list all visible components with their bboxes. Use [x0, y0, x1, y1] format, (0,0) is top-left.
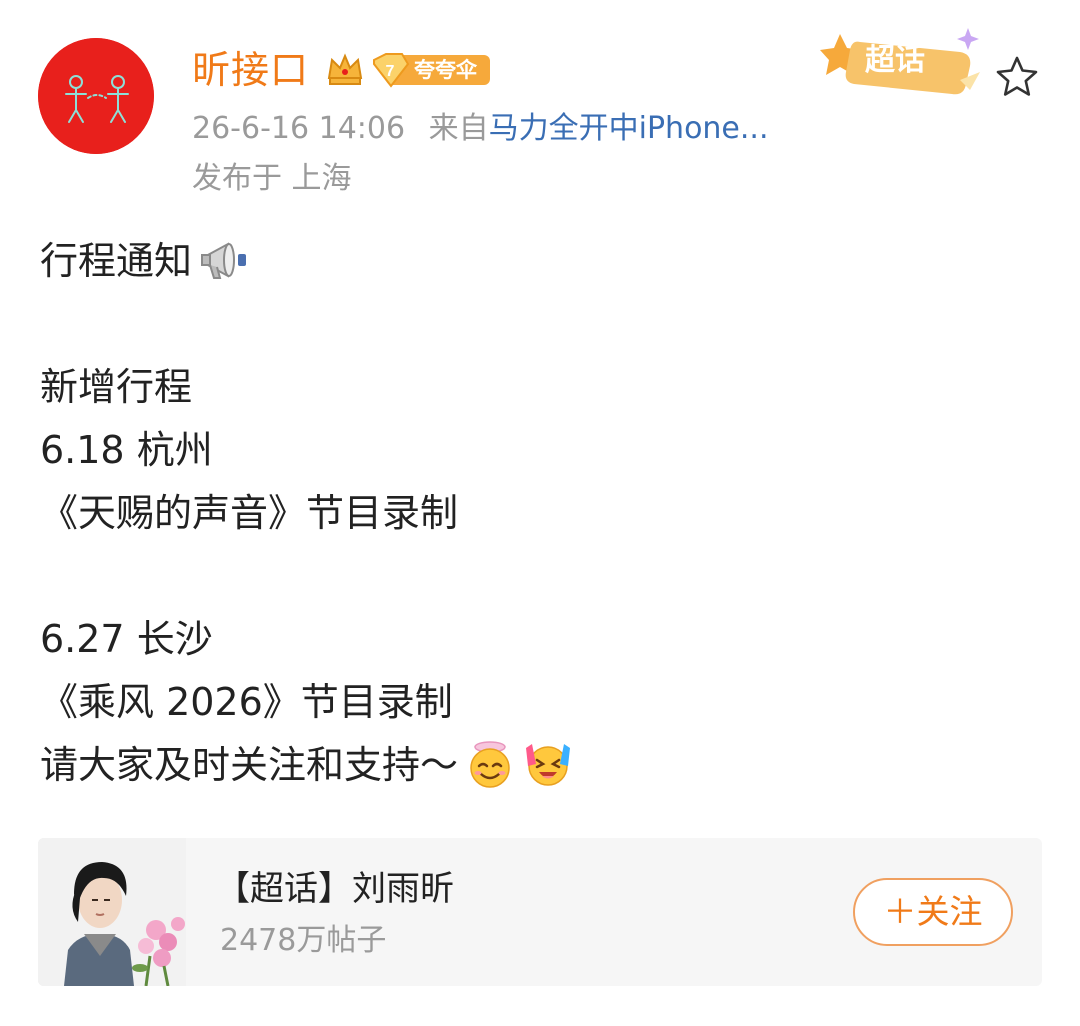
post-line-blank — [40, 545, 1040, 608]
super-topic-title[interactable]: 【超话】刘雨昕 — [216, 866, 454, 912]
follow-button[interactable]: ＋关注 — [853, 878, 1013, 946]
post-timestamp: 26-6-16 14:06 — [192, 111, 406, 146]
angel-smile-emoji — [464, 738, 516, 790]
cheer-emoji — [522, 738, 574, 790]
star-icon[interactable] — [994, 54, 1040, 100]
post-location: 发布于 上海 — [192, 161, 352, 196]
source-prefix: 来自 — [428, 111, 489, 146]
username[interactable]: 昕接口 — [192, 44, 309, 96]
post-line-blank — [40, 293, 1040, 356]
super-topic-sticker-icon[interactable]: 超话 — [820, 22, 990, 102]
fan-level-badge[interactable]: 7 夸夸伞 — [372, 52, 492, 88]
megaphone-icon — [198, 234, 250, 286]
post-line: 《天赐的声音》节目录制 — [40, 491, 459, 535]
post-line: 《乘风 2026》节目录制 — [40, 680, 453, 724]
super-topic-card[interactable]: 【超话】刘雨昕 2478万帖子 ＋关注 — [38, 838, 1042, 986]
post-meta: 26-6-16 14:06 来自马力全开中iPhone... — [192, 108, 769, 150]
super-topic-thumbnail — [38, 838, 186, 986]
post-line: 行程通知 — [40, 230, 1040, 293]
post-line: 新增行程 — [40, 365, 193, 409]
post-line: 6.27 长沙 — [40, 617, 213, 661]
crown-icon — [324, 48, 366, 90]
level-badge-text: 夸夸伞 — [414, 58, 477, 82]
post-line-text: 行程通知 — [40, 239, 193, 283]
post-line: 6.18 杭州 — [40, 428, 213, 472]
sticker-label: 超话 — [865, 43, 925, 78]
post-content: 行程通知 新增行程 6.18 杭州 《天赐的声音》节目录制 6.27 长沙 《乘… — [40, 230, 1040, 797]
user-avatar[interactable] — [38, 38, 154, 154]
super-topic-post-count: 2478万帖子 — [220, 923, 387, 958]
post-line-text: 请大家及时关注和支持～ — [40, 743, 459, 787]
level-number: 7 — [386, 63, 395, 80]
post-line: 请大家及时关注和支持～ — [40, 734, 1040, 797]
weibo-post-card: 昕接口 7 夸夸伞 26-6-16 14:06 来自马力全开中iPhone...… — [0, 0, 1080, 1026]
source-device-link[interactable]: 马力全开中iPhone... — [489, 111, 769, 146]
